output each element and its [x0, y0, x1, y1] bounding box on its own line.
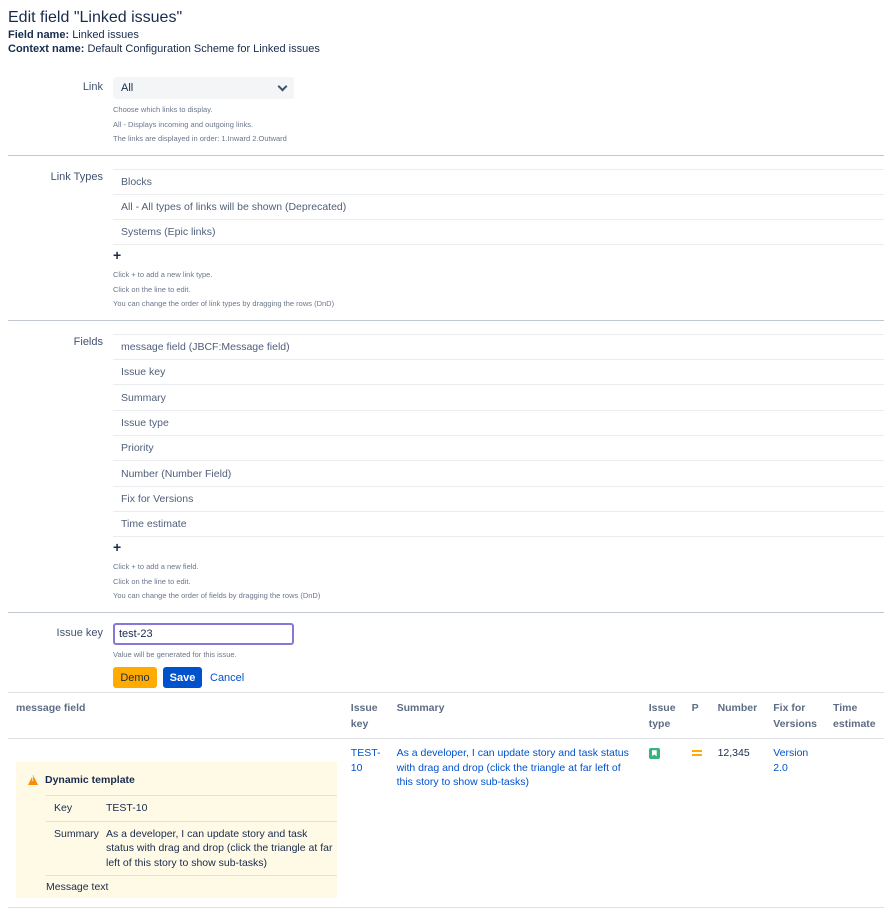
field-item[interactable]: Time estimate	[113, 512, 884, 538]
field-item[interactable]: Issue type	[113, 411, 884, 437]
context-name-value: Default Configuration Scheme for Linked …	[87, 43, 320, 55]
issue-type-cell	[640, 738, 684, 908]
link-type-item[interactable]: All - All types of links will be shown (…	[113, 195, 884, 221]
demo-button[interactable]: Demo	[113, 667, 157, 689]
field-item[interactable]: Priority	[113, 436, 884, 462]
fix-version-link[interactable]: Version 2.0	[773, 747, 808, 774]
panel-kv-row: Summary As a developer, I can update sto…	[46, 822, 337, 877]
edit-field-page: Edit field "Linked issues" Field name: L…	[0, 0, 892, 908]
link-types-label: Link Types	[50, 170, 103, 183]
panel-kv-row: Key TEST-10	[46, 796, 337, 822]
link-label: Link	[82, 81, 103, 93]
panel-key-value: TEST-10	[106, 802, 148, 815]
cancel-link[interactable]: Cancel	[208, 672, 244, 684]
panel-summary-label: Summary	[54, 827, 99, 840]
field-item[interactable]: message field (JBCF:Message field)	[113, 335, 884, 361]
panel-title: Dynamic template	[45, 774, 135, 787]
dynamic-template-panel: Dynamic template Key TEST-10 Summary As …	[16, 762, 337, 899]
issue-key-label: Issue key	[56, 626, 103, 639]
page-title: Edit field "Linked issues"	[8, 9, 183, 26]
link-help-line: The links are displayed in order: 1.Inwa…	[113, 134, 287, 143]
link-types-row: Link Types Blocks All - All types of lin…	[8, 168, 884, 312]
column-header[interactable]: P	[683, 693, 710, 740]
story-icon	[648, 748, 660, 760]
field-name-value: Linked issues	[72, 29, 139, 41]
add-link-type-button[interactable]: +	[113, 248, 884, 264]
divider	[8, 611, 884, 613]
issue-key-help: Value will be generated for this issue.	[113, 649, 237, 659]
panel-kv-table: Key TEST-10 Summary As a developer, I ca…	[46, 795, 337, 877]
field-item[interactable]: Fix for Versions	[113, 487, 884, 512]
issue-key-cell: TEST-10	[342, 738, 389, 908]
field-item[interactable]: Summary	[113, 385, 884, 411]
link-types-list: Blocks All - All types of links will be …	[113, 168, 884, 246]
panel-summary-value: As a developer, I can update story and t…	[106, 827, 333, 869]
field-name-line: Field name: Linked issues	[8, 28, 884, 42]
divider	[8, 319, 884, 321]
link-types-help-line: Click on the line to edit.	[113, 284, 191, 294]
table-row: Dynamic template Key TEST-10 Summary As …	[8, 738, 884, 908]
context-name-line: Context name: Default Configuration Sche…	[8, 42, 884, 56]
panel-message-label: Message text	[46, 881, 109, 894]
link-help-line: All - Displays incoming and outgoing lin…	[113, 119, 254, 129]
linked-issues-table: message field Issue key Summary Issue ty…	[8, 693, 884, 908]
time-estimate-cell	[825, 738, 884, 908]
fields-list: message field (JBCF:Message field) Issue…	[113, 333, 884, 538]
issue-key-link[interactable]: TEST-10	[351, 747, 381, 774]
column-header[interactable]: Time estimate	[825, 693, 884, 740]
field-item[interactable]: Number (Number Field)	[113, 461, 884, 487]
field-item[interactable]: Issue key	[113, 360, 884, 386]
column-header[interactable]: Number	[709, 693, 766, 740]
button-bar: Demo Save Cancel	[113, 667, 884, 689]
fields-help-line: You can change the order of fields by dr…	[113, 591, 321, 601]
column-header[interactable]: Issue type	[640, 693, 684, 740]
field-name-label: Field name:	[8, 29, 70, 41]
context-name-label: Context name:	[8, 43, 85, 55]
link-select-value: All	[121, 82, 134, 94]
table-header-row: message field Issue key Summary Issue ty…	[8, 693, 884, 740]
link-types-help-line: You can change the order of link types b…	[113, 299, 335, 309]
warning-icon	[28, 775, 38, 786]
save-button[interactable]: Save	[163, 667, 202, 689]
link-help-line: Choose which links to display.	[113, 105, 213, 114]
chevron-down-icon	[277, 81, 288, 91]
divider	[8, 154, 884, 156]
summary-cell: As a developer, I can update story and t…	[388, 738, 641, 908]
fields-help: Click + to add a new field. Click on the…	[113, 560, 884, 604]
column-header[interactable]: Issue key	[342, 693, 389, 740]
priority-cell	[683, 738, 710, 908]
issue-key-row: Issue key test-23 Value will be generate…	[8, 622, 884, 689]
message-field-cell: Dynamic template Key TEST-10 Summary As …	[8, 738, 343, 908]
add-field-button[interactable]: +	[113, 540, 884, 556]
column-header[interactable]: Summary	[388, 693, 641, 740]
column-header[interactable]: message field	[8, 693, 343, 740]
fields-help-line: Click + to add a new field.	[113, 562, 199, 572]
link-types-help-line: Click + to add a new link type.	[113, 270, 213, 280]
link-type-item[interactable]: Blocks	[113, 170, 884, 195]
panel-key-label: Key	[54, 802, 73, 815]
panel-header: Dynamic template	[28, 770, 329, 790]
link-row: Link All Choose which links to display. …	[8, 77, 884, 147]
link-help: Choose which links to display. All - Dis…	[113, 103, 884, 147]
number-cell: 12,345	[709, 738, 766, 908]
fields-label: Fields	[73, 335, 103, 348]
medium-priority-icon	[691, 750, 702, 757]
fix-versions-cell: Version 2.0	[765, 738, 826, 908]
fields-row: Fields message field (JBCF:Message field…	[8, 333, 884, 604]
issue-key-input[interactable]: test-23	[113, 622, 294, 645]
fields-help-line: Click on the line to edit.	[113, 576, 191, 586]
column-header[interactable]: Fix for Versions	[765, 693, 826, 740]
link-select[interactable]: All	[113, 77, 294, 99]
summary-link[interactable]: As a developer, I can update story and t…	[397, 747, 629, 788]
link-type-item[interactable]: Systems (Epic links)	[113, 220, 884, 246]
link-types-help: Click + to add a new link type. Click on…	[113, 268, 884, 312]
